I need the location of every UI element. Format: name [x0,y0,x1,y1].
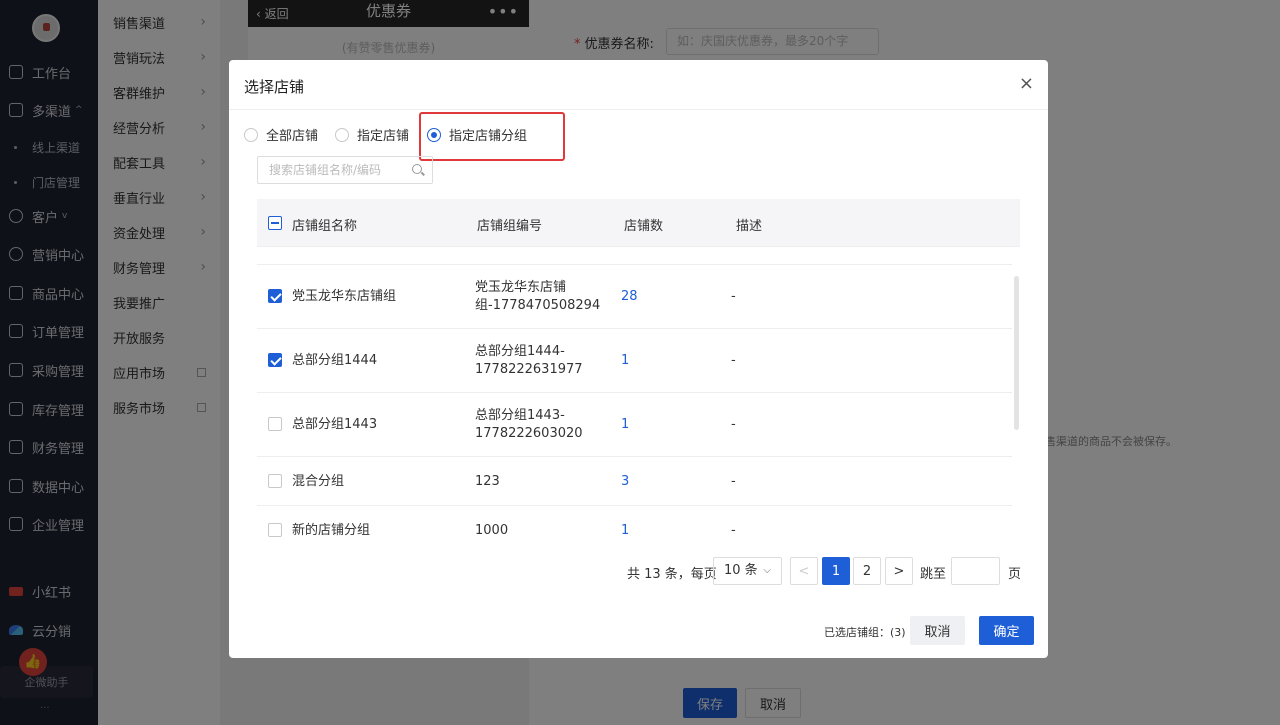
cell-group-name: 新的店铺分组 [292,523,371,538]
radio-all-stores[interactable]: 全部店铺 [244,125,318,144]
radio-circle [335,127,349,142]
cell-group-name: 党玉龙华东店铺组 [292,289,397,304]
close-icon[interactable]: × [1019,74,1034,94]
code-line-1: 党玉龙华东店铺 [475,280,567,295]
row-checkbox[interactable] [268,353,282,367]
row-checkbox[interactable] [268,289,282,303]
jump-page-input[interactable] [951,557,1000,585]
cell-description: - [731,474,736,489]
table-body: 党玉龙华东店铺组 党玉龙华东店铺组-1778470508294 28 - 总部分… [257,247,1020,542]
next-page-button[interactable]: > [885,557,913,585]
cell-group-code: 总部分组1444- 1778222631977 [475,343,583,379]
row-checkbox[interactable] [268,523,282,537]
cell-description: - [731,417,736,432]
code-line-2: 1778222631977 [475,362,583,377]
selected-count: 已选店铺组：(3) [824,626,906,639]
radio-specified-stores[interactable]: 指定店铺 [335,125,409,144]
column-header-name: 店铺组名称 [292,219,358,234]
table-row[interactable]: 总部分组1444 总部分组1444- 1778222631977 1 - [257,329,1012,393]
cell-store-count[interactable]: 28 [621,288,638,306]
page-button-1[interactable]: 1 [822,557,850,585]
cell-store-count[interactable]: 3 [621,473,629,491]
radio-label: 指定店铺 [357,129,410,144]
code-line-1: 总部分组1443- [475,408,565,423]
modal-header: 选择店铺 × [229,60,1048,110]
chevron-down-icon: ⌵ [763,565,771,576]
column-header-description: 描述 [736,219,763,234]
radio-circle [244,127,258,142]
highlight-box [419,112,565,161]
search-input[interactable]: 搜索店铺组名称/编码 [257,156,433,184]
code-line-2: 1778222603020 [475,426,583,441]
modal-cancel-button[interactable]: 取消 [910,616,965,645]
cell-group-name: 总部分组1444 [292,353,378,368]
page-size-value: 10 条 [724,563,758,578]
prev-page-button[interactable]: < [790,557,818,585]
table-row[interactable]: 混合分组 123 3 - [257,457,1012,506]
modal-confirm-button[interactable]: 确定 [979,616,1034,645]
cell-group-code: 总部分组1443- 1778222603020 [475,407,583,443]
select-all-checkbox[interactable] [268,216,282,230]
search-icon[interactable] [412,164,422,174]
cell-group-code: 党玉龙华东店铺组-1778470508294 [475,279,600,315]
cell-group-code: 123 [475,474,500,489]
modal-title: 选择店铺 [244,78,305,96]
cell-description: - [731,289,736,304]
table-row[interactable]: 党玉龙华东店铺组 党玉龙华东店铺组-1778470508294 28 - [257,265,1012,329]
jump-label: 跳至 [920,567,947,582]
search-placeholder: 搜索店铺组名称/编码 [269,163,382,177]
table-row-partial [257,247,1012,265]
row-checkbox[interactable] [268,417,282,431]
table-header: 店铺组名称 店铺组编号 店铺数 描述 [257,199,1020,247]
column-header-count: 店铺数 [624,219,664,234]
pager-total: 共 13 条，每页 [627,567,717,582]
code-line-2: 组-1778470508294 [475,298,601,313]
cell-group-code: 1000 [475,523,509,538]
cell-description: - [731,523,736,538]
cell-store-count[interactable]: 1 [621,522,629,540]
column-header-code: 店铺组编号 [477,219,543,234]
jump-suffix: 页 [1008,567,1022,582]
code-line-1: 总部分组1444- [475,344,565,359]
cell-group-name: 混合分组 [292,474,345,489]
page-size-select[interactable]: 10 条 ⌵ [713,557,782,585]
row-checkbox[interactable] [268,474,282,488]
cell-group-name: 总部分组1443 [292,417,378,432]
page-button-2[interactable]: 2 [853,557,881,585]
cell-store-count[interactable]: 1 [621,352,629,370]
cell-store-count[interactable]: 1 [621,416,629,434]
table-row[interactable]: 总部分组1443 总部分组1443- 1778222603020 1 - [257,393,1012,457]
select-store-modal: 选择店铺 × 全部店铺 指定店铺 指定店铺分组 搜索店铺组名称/编码 店铺组名称… [229,60,1048,658]
cell-description: - [731,353,736,368]
table-scrollbar[interactable] [1014,276,1019,430]
table-row[interactable]: 新的店铺分组 1000 1 - [257,506,1012,542]
radio-label: 全部店铺 [266,129,319,144]
